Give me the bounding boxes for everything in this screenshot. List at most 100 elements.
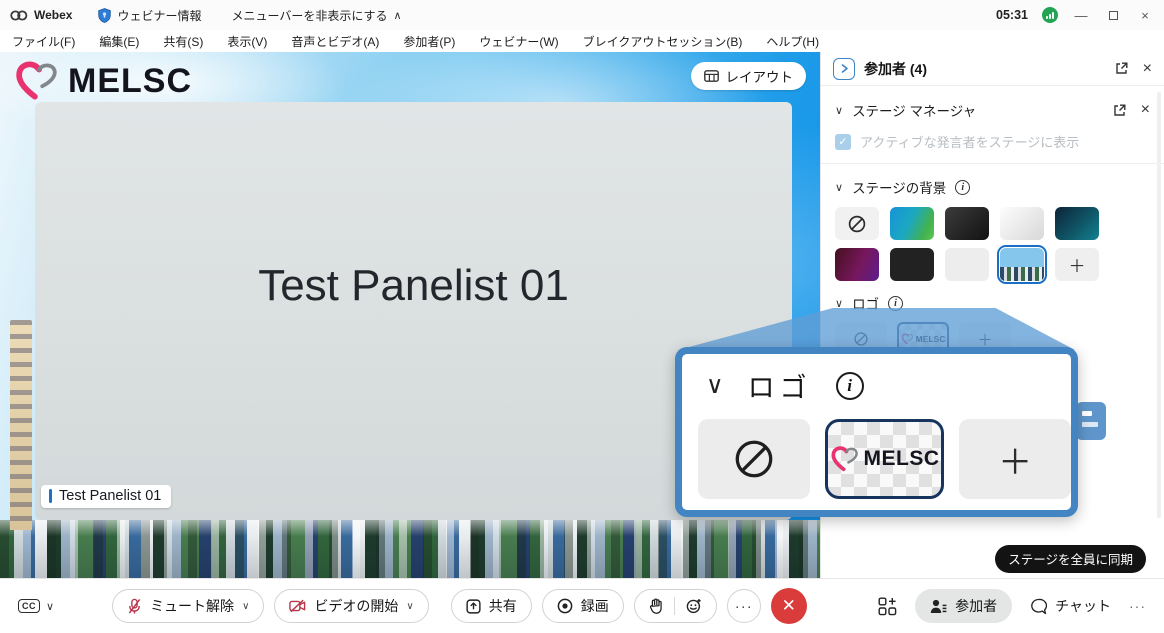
- background-add-button[interactable]: ＋: [1055, 248, 1099, 281]
- chevron-down-icon[interactable]: ∨: [835, 104, 843, 117]
- apps-icon[interactable]: [878, 597, 897, 616]
- background-thumb-light[interactable]: [1000, 207, 1044, 240]
- panel-scrollbar[interactable]: [1157, 92, 1161, 518]
- close-window-button[interactable]: ×: [1136, 8, 1154, 23]
- webex-brand: Webex: [10, 8, 72, 22]
- chat-bubble-icon: [1030, 598, 1047, 615]
- menu-webinar[interactable]: ウェビナー(W): [479, 33, 558, 50]
- divider: [821, 163, 1164, 164]
- layout-button[interactable]: レイアウト: [691, 62, 807, 90]
- menu-help[interactable]: ヘルプ(H): [766, 33, 819, 50]
- background-thumb-none[interactable]: [835, 207, 879, 240]
- more-options-button[interactable]: ···: [727, 589, 761, 623]
- unmute-label: ミュート解除: [150, 596, 234, 616]
- start-video-label: ビデオの開始: [314, 596, 398, 616]
- stage-brand-text: MELSC: [68, 62, 192, 101]
- chevron-down-icon[interactable]: ∨: [242, 601, 249, 612]
- checkbox-checked-icon[interactable]: ✓: [835, 134, 851, 150]
- menu-breakout[interactable]: ブレイクアウトセッション(B): [583, 33, 743, 50]
- stage-brand-logo: MELSC: [14, 60, 192, 102]
- minimize-button[interactable]: —: [1072, 8, 1090, 23]
- menu-participants[interactable]: 参加者(P): [403, 33, 455, 50]
- share-button[interactable]: 共有: [451, 589, 532, 623]
- layout-grid-icon: [704, 70, 719, 82]
- camera-off-icon: [289, 599, 306, 613]
- maximize-icon: [1109, 11, 1118, 20]
- menu-file[interactable]: ファイル(F): [12, 33, 75, 50]
- maximize-button[interactable]: [1104, 8, 1122, 23]
- callout-logo-melsc-selected[interactable]: MELSC: [825, 419, 945, 499]
- unmute-button[interactable]: ミュート解除 ∨: [112, 589, 264, 623]
- chevron-down-icon: ∨: [706, 371, 724, 400]
- callout-header: ∨ ロゴ i: [682, 354, 1071, 405]
- toolbar-right-group: 参加者 チャット ···: [878, 589, 1146, 623]
- chevron-up-icon: ∧: [394, 9, 402, 22]
- captions-button[interactable]: CC ∨: [18, 599, 54, 613]
- app-name: Webex: [34, 8, 72, 22]
- chat-button[interactable]: チャット: [1030, 596, 1111, 616]
- background-thumb-city-selected[interactable]: [1000, 248, 1044, 281]
- audio-indicator-icon: [49, 489, 52, 503]
- webinar-info-label: ウェビナー情報: [117, 7, 201, 24]
- prohibited-icon: [847, 214, 867, 234]
- more-options-label: ···: [735, 598, 753, 615]
- close-section-icon[interactable]: ×: [1141, 102, 1150, 118]
- collapse-panel-button[interactable]: [833, 58, 855, 80]
- info-icon[interactable]: i: [955, 180, 970, 195]
- webex-logo-icon: [10, 9, 28, 22]
- control-toolbar: CC ∨ ミュート解除 ∨ ビデオの開始 ∨ 共有 録画: [0, 578, 1164, 633]
- chat-label: チャット: [1055, 596, 1111, 616]
- menu-edit[interactable]: 編集(E): [99, 33, 139, 50]
- participants-toggle-button[interactable]: 参加者: [915, 589, 1012, 623]
- divider: [674, 597, 675, 615]
- menubar: ファイル(F) 編集(E) 共有(S) 表示(V) 音声とビデオ(A) 参加者(…: [0, 30, 1164, 52]
- melsc-heart-icon: [14, 60, 60, 102]
- chevron-right-icon: [840, 64, 849, 73]
- background-thumb-purple[interactable]: [835, 248, 879, 281]
- raise-hand-icon[interactable]: [649, 598, 663, 614]
- share-label: 共有: [489, 596, 517, 616]
- stage-background-building: [10, 320, 32, 530]
- popout-icon[interactable]: [1115, 62, 1128, 75]
- participants-panel-header: 参加者 (4) ×: [821, 52, 1164, 86]
- layout-button-label: レイアウト: [726, 66, 794, 86]
- chevron-down-icon[interactable]: ∨: [835, 297, 843, 310]
- close-icon: ✕: [782, 596, 796, 616]
- menu-share[interactable]: 共有(S): [163, 33, 203, 50]
- callout-logo-none[interactable]: [698, 419, 810, 499]
- close-panel-icon[interactable]: ×: [1143, 61, 1152, 77]
- captions-icon: CC: [18, 599, 40, 613]
- record-button[interactable]: 録画: [542, 589, 624, 623]
- leave-meeting-button[interactable]: ✕: [771, 588, 807, 624]
- meeting-time: 05:31: [996, 8, 1028, 22]
- stage-background-header: ∨ ステージの背景 i: [821, 177, 1164, 197]
- background-thumb-white[interactable]: [945, 248, 989, 281]
- share-icon: [466, 599, 481, 614]
- callout-brand-text: MELSC: [864, 447, 940, 471]
- webex-window: Webex ウェビナー情報 メニューバーを非表示にする ∧ 05:31 — × …: [0, 0, 1164, 633]
- chevron-down-icon: ∨: [46, 600, 54, 613]
- callout-logo-tiles: MELSC ＋: [682, 405, 1071, 499]
- name-badge-label: Test Panelist 01: [59, 488, 161, 504]
- menu-audio-video[interactable]: 音声とビデオ(A): [291, 33, 379, 50]
- menu-view[interactable]: 表示(V): [227, 33, 267, 50]
- connection-quality-icon[interactable]: [1042, 7, 1058, 23]
- stage-background-grid: ＋: [835, 207, 1150, 281]
- titlebar-right: 05:31 — ×: [996, 7, 1154, 23]
- sync-stage-button[interactable]: ステージを全員に同期: [995, 545, 1146, 573]
- chevron-down-icon[interactable]: ∨: [406, 601, 413, 612]
- background-thumb-dark[interactable]: [945, 207, 989, 240]
- background-thumb-teal[interactable]: [1055, 207, 1099, 240]
- background-thumb-bluegreen[interactable]: [890, 207, 934, 240]
- stage-manager-title: ステージ マネージャ: [852, 100, 976, 120]
- hide-menubar-button[interactable]: メニューバーを非表示にする ∧: [231, 7, 401, 24]
- record-icon: [557, 598, 573, 614]
- webinar-info-button[interactable]: ウェビナー情報: [98, 7, 201, 24]
- toolbar-overflow-button[interactable]: ···: [1129, 598, 1146, 614]
- background-thumb-black[interactable]: [890, 248, 934, 281]
- start-video-button[interactable]: ビデオの開始 ∨: [274, 589, 428, 623]
- popout-icon[interactable]: [1113, 104, 1126, 117]
- chevron-down-icon[interactable]: ∨: [835, 181, 843, 194]
- emoji-reaction-icon[interactable]: [686, 598, 702, 614]
- callout-logo-add-button[interactable]: ＋: [959, 419, 1071, 499]
